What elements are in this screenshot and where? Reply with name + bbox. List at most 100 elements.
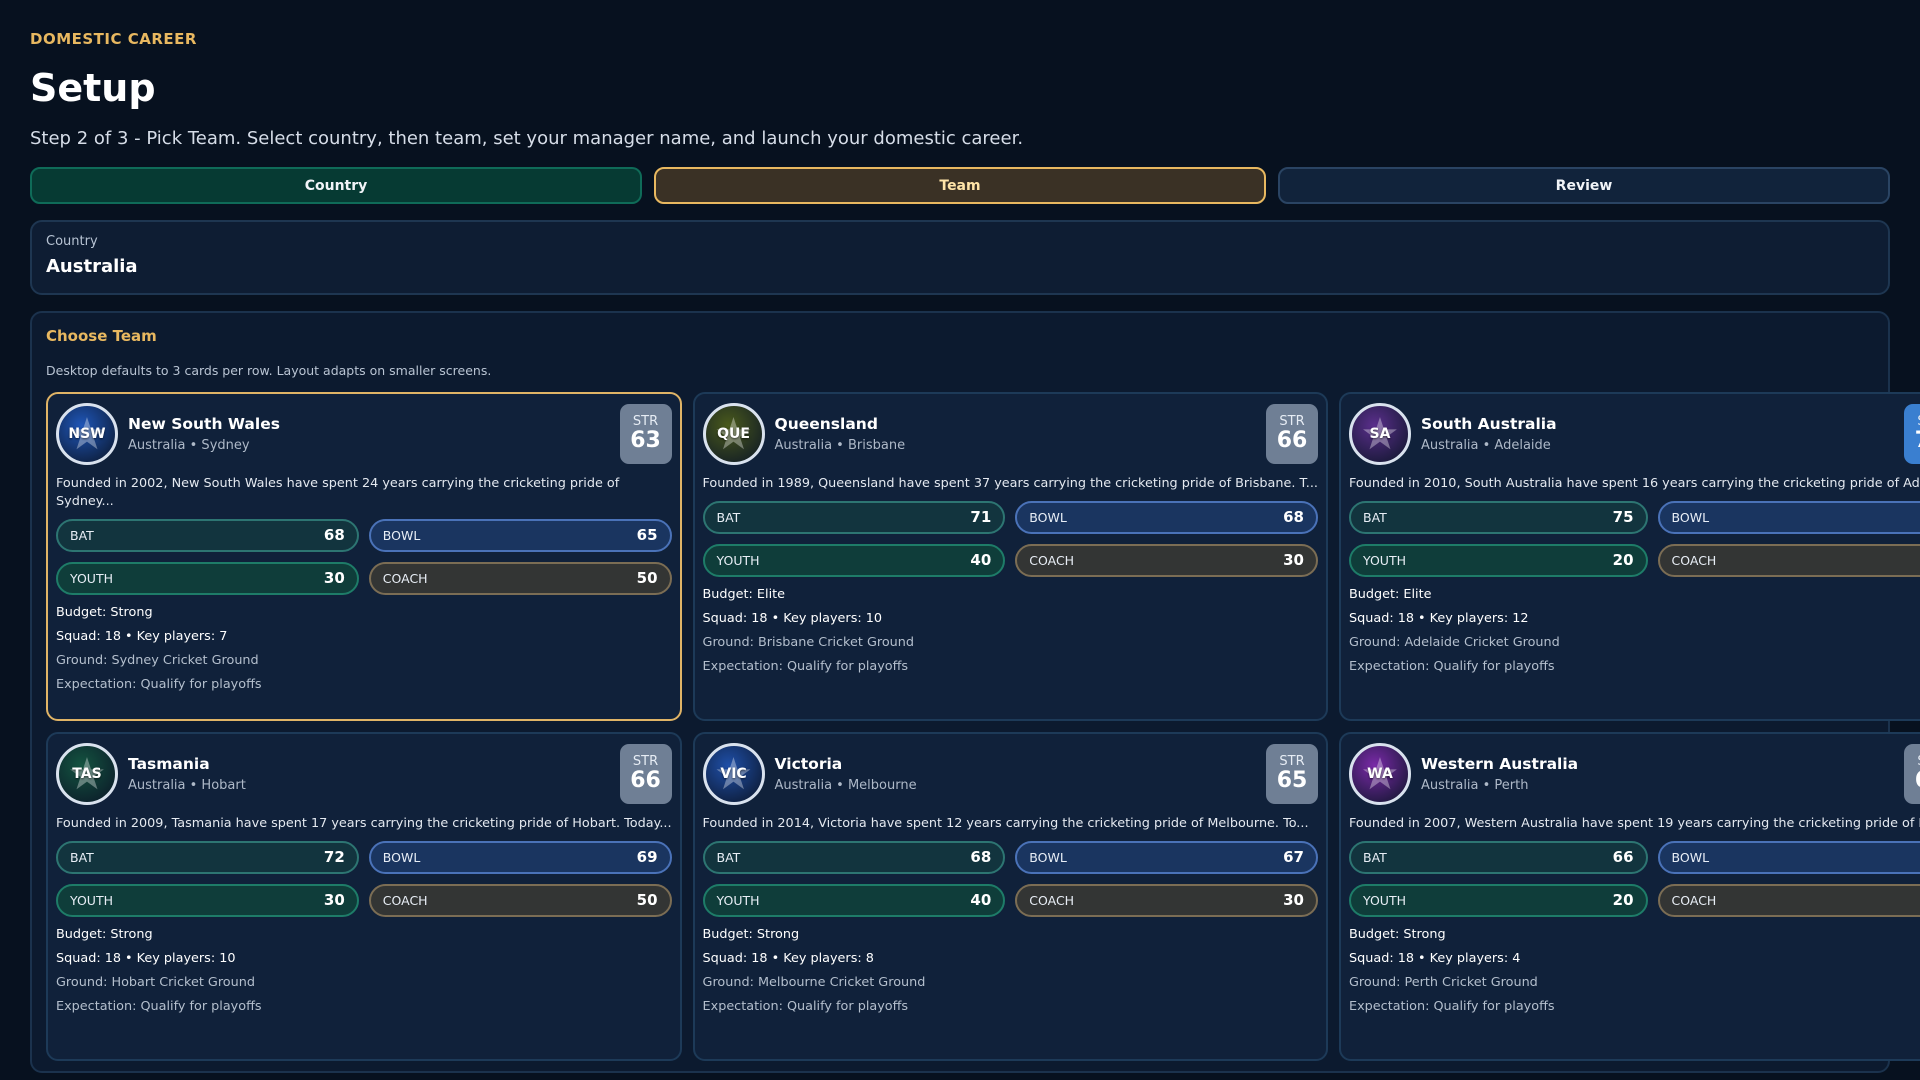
- team-logo-icon: ★ QUE: [702, 403, 765, 465]
- stat-bat-label: BAT: [70, 849, 94, 865]
- team-expectation: Expectation: Qualify for playoffs: [1349, 998, 1555, 1014]
- team-abbr: TAS: [72, 766, 102, 782]
- stat-bat-label: BAT: [716, 509, 741, 525]
- team-name: Tasmania: [128, 755, 210, 773]
- team-card-que[interactable]: ★ QUE Queensland Australia • Brisbane ST…: [692, 392, 1328, 721]
- team-location: Australia • Adelaide: [1421, 438, 1551, 453]
- page-title: Setup: [30, 66, 156, 110]
- team-name: Queensland: [774, 415, 878, 433]
- team-budget: Budget: Strong: [1349, 926, 1446, 942]
- stat-bowl-label: BOWL: [1671, 509, 1710, 525]
- team-squad: Squad: 18 • Key players: 10: [702, 610, 883, 626]
- stat-coach-value: 30: [1283, 551, 1304, 570]
- page-subtitle: Step 2 of 3 - Pick Team. Select country,…: [30, 128, 1024, 149]
- team-abbr: VIC: [720, 766, 747, 782]
- team-description: Founded in 1989, Queensland have spent 3…: [702, 476, 1318, 491]
- team-location: Australia • Brisbane: [774, 438, 906, 453]
- stat-coach-value: 50: [636, 891, 658, 910]
- step-tab-country[interactable]: Country: [30, 167, 642, 204]
- team-card-nsw[interactable]: ★ NSW New South Wales Australia • Sydney…: [46, 392, 682, 721]
- stat-youth: YOUTH 30: [56, 561, 359, 595]
- strength-value: 71: [1915, 429, 1920, 453]
- step-tab-review[interactable]: Review: [1278, 167, 1890, 204]
- team-name: South Australia: [1421, 415, 1557, 433]
- step-tabs: Country Team Review: [30, 167, 1890, 204]
- stat-youth-label: YOUTH: [70, 892, 113, 908]
- strength-label: STR: [632, 754, 659, 770]
- strength-value: 66: [630, 768, 661, 794]
- strength-label: STR: [1279, 754, 1305, 770]
- stat-youth-value: 30: [323, 569, 345, 588]
- stat-bat-value: 72: [323, 848, 345, 867]
- stat-coach: COACH 30: [1015, 883, 1318, 917]
- stat-coach-label: COACH: [1671, 552, 1717, 568]
- stat-bowl: BOWL 68: [1015, 500, 1318, 534]
- team-description: Founded in 2002, New South Wales have sp…: [56, 476, 620, 509]
- team-squad: Squad: 18 • Key players: 12: [1349, 610, 1529, 626]
- stat-coach: COACH40: [1657, 883, 1920, 917]
- stat-coach-label: COACH: [1029, 552, 1075, 568]
- team-card-grid: ★ NSW New South Wales Australia • Sydney…: [46, 392, 1920, 1061]
- stat-coach-value: 30: [1283, 891, 1304, 910]
- team-card-vic[interactable]: ★ VIC Victoria Australia • Melbourne STR…: [692, 732, 1328, 1061]
- stat-coach: COACH 50: [368, 883, 672, 917]
- stat-coach: COACH 50: [368, 561, 672, 595]
- stat-bowl: BOWL73: [1657, 500, 1920, 534]
- stat-youth: YOUTH 30: [56, 883, 359, 917]
- team-expectation: Expectation: Qualify for playoffs: [56, 676, 262, 692]
- team-description: Founded in 2009, Tasmania have spent 17 …: [56, 816, 672, 831]
- stat-bat: BAT 68: [702, 840, 1006, 874]
- team-description: Founded in 2007, Western Australia have …: [1349, 816, 1920, 831]
- team-strength-badge: STR 66: [1266, 404, 1318, 464]
- team-location: Australia • Perth: [1421, 778, 1529, 793]
- stat-bowl-label: BOWL: [382, 849, 421, 865]
- stat-youth-label: YOUTH: [716, 552, 760, 568]
- stat-bowl-value: 68: [1283, 508, 1304, 527]
- stat-bowl-label: BOWL: [1671, 849, 1710, 865]
- team-ground: Ground: Melbourne Cricket Ground: [702, 974, 926, 990]
- team-abbr: SA: [1369, 426, 1391, 442]
- team-strength-badge: STR 71: [1904, 404, 1920, 464]
- stat-bowl-label: BOWL: [1029, 509, 1067, 525]
- stat-bat-value: 66: [1612, 848, 1634, 867]
- team-budget: Budget: Elite: [702, 586, 786, 602]
- stat-youth: YOUTH 20: [1349, 883, 1648, 917]
- stat-youth-value: 20: [1612, 551, 1634, 570]
- stat-bat-label: BAT: [716, 849, 741, 865]
- stat-youth-value: 30: [323, 891, 345, 910]
- team-abbr: QUE: [717, 426, 750, 442]
- stat-bowl: BOWL 69: [368, 840, 672, 874]
- strength-value: 65: [1276, 768, 1308, 794]
- stat-youth: YOUTH 40: [702, 543, 1006, 577]
- stat-bat-label: BAT: [1363, 509, 1387, 525]
- team-budget: Budget: Strong: [56, 604, 153, 620]
- stat-bowl-value: 69: [636, 848, 658, 867]
- setup-page: DOMESTIC CAREER Setup Step 2 of 3 - Pick…: [0, 0, 1920, 1080]
- stat-bowl-label: BOWL: [1029, 849, 1067, 865]
- stat-youth: YOUTH 20: [1349, 543, 1648, 577]
- stat-coach-label: COACH: [1029, 892, 1075, 908]
- stat-coach: COACH40: [1657, 543, 1920, 577]
- team-logo-icon: ★ VIC: [702, 743, 765, 805]
- country-selector[interactable]: Country Australia: [30, 220, 1890, 295]
- stat-coach-label: COACH: [1671, 892, 1717, 908]
- step-tab-team[interactable]: Team: [654, 167, 1266, 204]
- team-squad: Squad: 18 • Key players: 8: [702, 950, 874, 966]
- team-location: Australia • Melbourne: [774, 778, 917, 793]
- stat-bowl-label: BOWL: [382, 527, 421, 543]
- team-card-wa[interactable]: ★ WA Western Australia Australia • Perth…: [1339, 732, 1920, 1061]
- team-logo-icon: ★ NSW: [56, 403, 118, 465]
- team-description: Founded in 2010, South Australia have sp…: [1349, 476, 1920, 491]
- stat-youth-label: YOUTH: [70, 570, 113, 586]
- stat-youth-value: 20: [1612, 891, 1634, 910]
- stat-coach-label: COACH: [382, 570, 428, 586]
- team-card-sa[interactable]: ★ SA South Australia Australia • Adelaid…: [1339, 392, 1920, 721]
- stat-bowl: BOWL 65: [368, 518, 672, 552]
- stat-bat-value: 68: [970, 848, 992, 867]
- team-card-tas[interactable]: ★ TAS Tasmania Australia • Hobart STR 66…: [46, 732, 682, 1061]
- team-budget: Budget: Strong: [702, 926, 800, 942]
- strength-label: STR: [1279, 414, 1305, 430]
- stat-bat-value: 71: [970, 508, 992, 527]
- stat-bowl-value: 67: [1283, 848, 1304, 867]
- stat-youth-value: 40: [970, 551, 992, 570]
